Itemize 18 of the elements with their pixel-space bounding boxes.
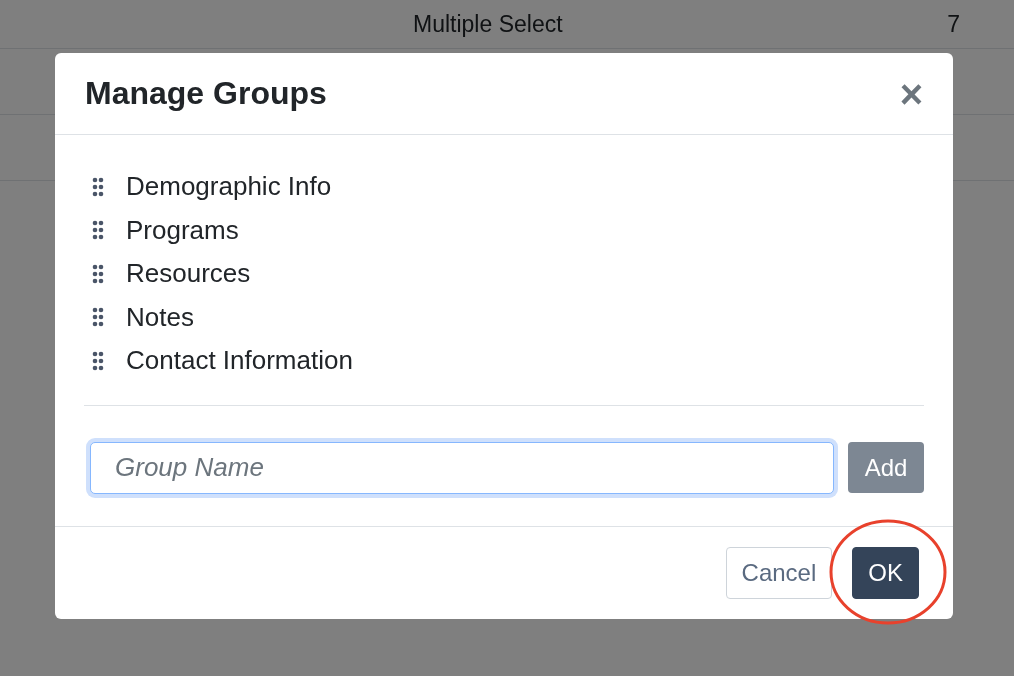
add-button[interactable]: Add xyxy=(848,442,924,493)
cancel-button[interactable]: Cancel xyxy=(725,546,833,599)
table-cell: Multiple Select xyxy=(413,10,563,38)
table-cell: 7 xyxy=(947,10,960,38)
group-name: Contact Information xyxy=(126,345,353,377)
group-name: Demographic Info xyxy=(126,171,332,203)
drag-handle-icon[interactable] xyxy=(92,263,104,284)
group-name: Resources xyxy=(126,258,251,290)
group-name: Notes xyxy=(126,301,194,333)
drag-handle-icon[interactable] xyxy=(92,350,104,371)
dialog-title: Manage Groups xyxy=(85,75,327,112)
group-name: Programs xyxy=(126,214,239,246)
drag-handle-icon[interactable] xyxy=(92,220,104,241)
ok-button[interactable]: OK xyxy=(852,546,919,599)
group-name-field[interactable]: Group Name xyxy=(90,441,834,494)
drag-handle-icon[interactable] xyxy=(92,307,104,328)
drag-handle-icon[interactable] xyxy=(92,176,104,197)
close-button[interactable]: × xyxy=(899,73,923,114)
